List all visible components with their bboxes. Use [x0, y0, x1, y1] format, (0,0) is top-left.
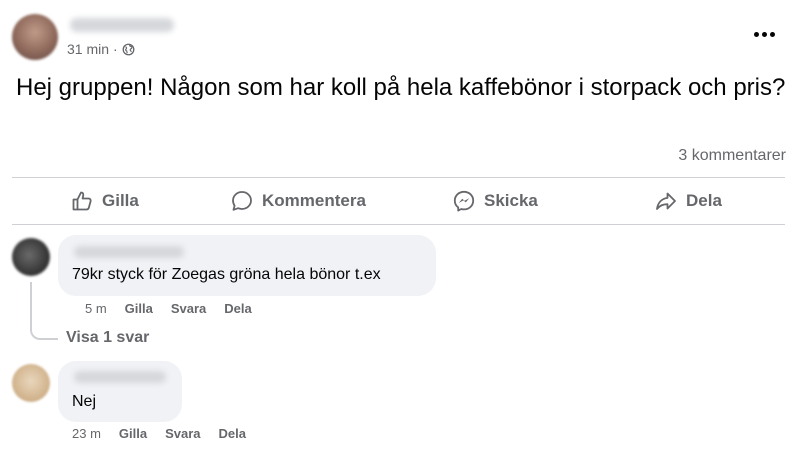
comment-reply-link[interactable]: Svara	[171, 301, 206, 316]
comment-share-link[interactable]: Dela	[224, 301, 251, 316]
send-label: Skicka	[484, 191, 538, 210]
messenger-icon	[453, 190, 475, 212]
share-label: Dela	[686, 191, 722, 210]
author-avatar[interactable]	[12, 14, 58, 60]
more-dots-icon	[753, 31, 759, 37]
facebook-post: 31 min · Hej gruppen! Någon som har koll…	[0, 0, 800, 450]
share-button[interactable]: Dela	[654, 178, 722, 224]
post-meta: 31 min ·	[67, 41, 135, 57]
comment-like-link[interactable]: Gilla	[125, 301, 153, 316]
comment-text: 79kr styck för Zoegas gröna hela bönor t…	[72, 266, 381, 283]
thumbs-up-icon	[72, 191, 92, 211]
share-arrow-icon	[656, 192, 676, 210]
more-options-button[interactable]	[748, 22, 780, 46]
post-time[interactable]: 31 min	[67, 41, 109, 57]
comment-button[interactable]: Kommentera	[230, 178, 366, 224]
send-button[interactable]: Skicka	[452, 178, 538, 224]
speech-bubble-icon	[232, 191, 252, 211]
reply-thread-line	[30, 282, 58, 340]
view-replies-link[interactable]: Visa 1 svar	[66, 329, 149, 347]
comment-text: Nej	[72, 393, 97, 410]
comment-reply-link[interactable]: Svara	[165, 426, 200, 441]
comment-label: Kommentera	[262, 191, 366, 210]
post-action-bar: Gilla Kommentera Skicka Dela	[12, 178, 785, 224]
commenter-avatar[interactable]	[12, 364, 50, 402]
comment-actions: 23 m Gilla Svara Dela	[72, 426, 246, 441]
comment-time[interactable]: 5 m	[85, 301, 107, 316]
post-text: Hej gruppen! Någon som har koll på hela …	[16, 74, 786, 101]
commenter-name-blurred[interactable]	[74, 371, 166, 383]
like-label: Gilla	[102, 191, 139, 210]
commenter-name-blurred[interactable]	[74, 246, 184, 258]
meta-separator: ·	[113, 41, 118, 57]
comment-time[interactable]: 23 m	[72, 426, 101, 441]
globe-icon[interactable]	[122, 43, 135, 56]
author-name-blurred[interactable]	[70, 18, 174, 32]
like-button[interactable]: Gilla	[70, 178, 139, 224]
divider	[12, 224, 785, 225]
comment-actions: 5 m Gilla Svara Dela	[85, 301, 252, 316]
comment-count-link[interactable]: 3 kommentarer	[678, 147, 786, 165]
commenter-avatar[interactable]	[12, 238, 50, 276]
comment-like-link[interactable]: Gilla	[119, 426, 147, 441]
comment-share-link[interactable]: Dela	[219, 426, 246, 441]
